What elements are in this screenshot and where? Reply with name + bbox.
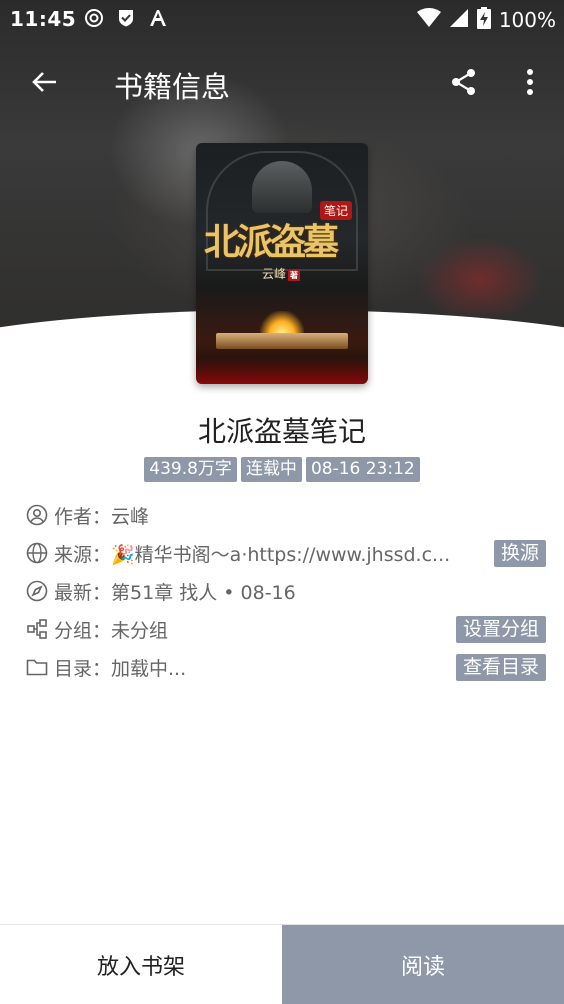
cover-bell xyxy=(252,161,312,213)
cover-bottom-glow xyxy=(196,358,368,384)
status-bar: 11:45 100% xyxy=(0,0,564,38)
share-icon xyxy=(452,69,475,95)
update-time-badge: 08-16 23:12 xyxy=(305,457,420,482)
book-tags: 439.8万字 连载中 08-16 23:12 xyxy=(0,457,564,482)
source-value[interactable]: 🎉精华书阁〜a·https://www.jhssd.c... xyxy=(111,540,450,567)
word-count-badge: 439.8万字 xyxy=(144,457,237,482)
toc-row: 目录： 加载中... 查看目录 xyxy=(26,652,546,682)
source-row: 来源： 🎉精华书阁〜a·https://www.jhssd.c... 换源 xyxy=(26,538,546,568)
cover-open-book xyxy=(216,333,348,349)
wifi-icon xyxy=(416,8,441,32)
cover-title-text: 北派盗墓 xyxy=(204,221,339,263)
folder-icon xyxy=(26,656,48,678)
latest-chapter-value: 第51章 找人 • 08-16 xyxy=(111,581,296,604)
toc-label: 目录： xyxy=(54,657,112,680)
change-source-button[interactable]: 换源 xyxy=(493,540,546,567)
book-title: 北派盗墓笔记 xyxy=(197,415,366,448)
globe-icon xyxy=(26,542,48,564)
latest-label: 最新： xyxy=(54,581,112,604)
arrow-left-icon xyxy=(32,72,56,92)
group-row: 分组： 未分组 设置分组 xyxy=(26,614,546,644)
set-group-button[interactable]: 设置分组 xyxy=(455,616,546,643)
status-system-icons: 100% xyxy=(416,7,556,33)
group-value: 未分组 xyxy=(111,619,169,642)
cover-author-name: 云峰 xyxy=(262,267,287,281)
more-vertical-icon xyxy=(527,69,533,95)
share-button[interactable] xyxy=(446,64,482,100)
source-label: 来源： xyxy=(54,543,112,566)
author-row: 作者： 云峰 xyxy=(26,500,546,530)
sync-icon xyxy=(84,8,104,28)
book-cover[interactable]: 笔记 北派盗墓 云峰著 xyxy=(196,143,368,384)
cover-author-mark: 著 xyxy=(288,270,301,281)
status-badge: 连载中 xyxy=(240,457,302,482)
group-nodes-icon xyxy=(26,618,48,640)
read-button[interactable]: 阅读 xyxy=(282,925,564,1004)
toc-value: 加载中... xyxy=(111,657,187,680)
group-label: 分组： xyxy=(54,619,112,642)
back-button[interactable] xyxy=(26,64,62,100)
more-options-button[interactable] xyxy=(512,64,548,100)
shield-check-icon xyxy=(116,8,136,28)
status-time: 11:45 xyxy=(10,7,77,31)
user-circle-icon xyxy=(26,504,48,526)
toolbar: 书籍信息 xyxy=(0,52,564,112)
add-to-shelf-button[interactable]: 放入书架 xyxy=(0,925,282,1004)
font-a-icon xyxy=(148,8,168,28)
author-value: 云峰 xyxy=(111,505,150,528)
cover-author-text: 云峰著 xyxy=(262,265,301,282)
battery-percentage: 100% xyxy=(498,8,556,32)
page-title: 书籍信息 xyxy=(114,70,231,104)
battery-charging-icon xyxy=(476,7,491,33)
compass-icon xyxy=(26,580,48,602)
signal-icon xyxy=(449,8,469,32)
status-notification-icons xyxy=(84,8,168,28)
author-label: 作者： xyxy=(54,505,112,528)
view-toc-button[interactable]: 查看目录 xyxy=(455,654,546,681)
latest-row: 最新： 第51章 找人 • 08-16 xyxy=(26,576,546,606)
bottom-action-bar: 放入书架 阅读 xyxy=(0,924,564,1004)
